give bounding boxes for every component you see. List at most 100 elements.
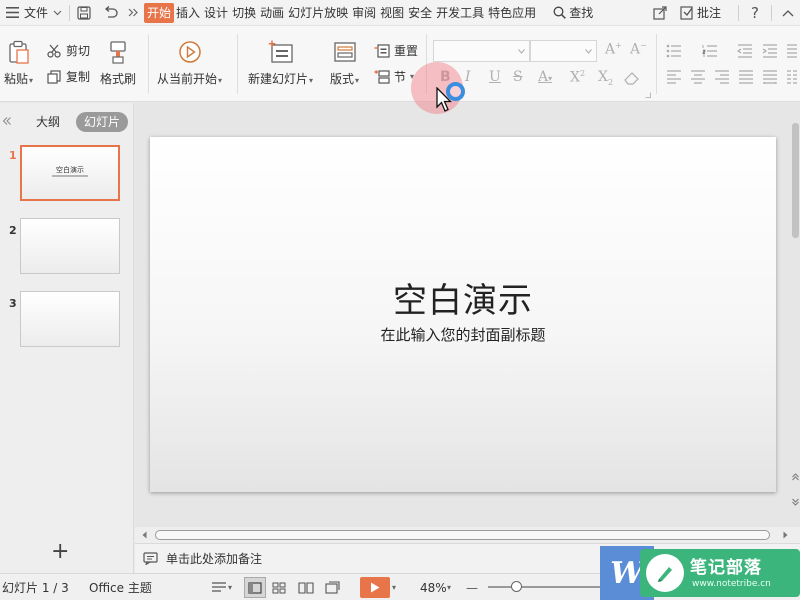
line-spacing-icon[interactable]: [786, 44, 800, 58]
section-button[interactable]: 节 ▾: [374, 68, 414, 85]
from-current-button[interactable]: 从当前开始▾: [157, 40, 222, 87]
cut-button[interactable]: 剪切: [47, 42, 90, 59]
scroll-up-icon[interactable]: [792, 473, 799, 481]
font-family-select[interactable]: [433, 40, 530, 62]
distributed-icon[interactable]: [762, 70, 778, 84]
justify-icon[interactable]: [738, 70, 754, 84]
layout-button[interactable]: 版式▾: [330, 40, 359, 87]
new-slide-icon: [268, 40, 294, 64]
copy-button[interactable]: 复制: [47, 68, 90, 85]
bullet-list-icon[interactable]: [666, 44, 682, 58]
slide-sorter-icon[interactable]: [272, 574, 286, 600]
horizontal-scrollbar[interactable]: [135, 527, 800, 543]
zoom-slider[interactable]: [488, 581, 603, 592]
tab-outline[interactable]: 大纲: [28, 112, 68, 132]
paste-button[interactable]: 粘贴▾: [4, 40, 33, 87]
format-painter-button[interactable]: 格式刷: [100, 40, 136, 87]
scrollbar-thumb[interactable]: [155, 530, 770, 540]
decrease-indent-icon[interactable]: [737, 44, 753, 58]
tab-review[interactable]: 审阅: [350, 3, 378, 23]
font-color-icon[interactable]: A▾: [538, 69, 552, 85]
hamburger-icon: [6, 7, 19, 18]
tab-slideshow[interactable]: 幻灯片放映: [286, 3, 350, 23]
tab-home[interactable]: 开始: [144, 2, 175, 23]
theme-name[interactable]: Office 主题: [89, 574, 152, 600]
tab-special-apps[interactable]: 特色应用: [486, 3, 538, 23]
collapse-panel-icon[interactable]: [3, 117, 11, 125]
align-left-icon[interactable]: [666, 70, 682, 84]
tab-insert[interactable]: 插入: [174, 3, 202, 23]
menu-bar: 文件 开始 插入 设计 切换 动画 幻灯片放映 审阅 视图 安全 开发工具 特色…: [0, 0, 800, 26]
scroll-left-icon[interactable]: [142, 531, 147, 539]
undo-icon[interactable]: [103, 5, 118, 20]
zoom-level[interactable]: 48%: [420, 574, 447, 600]
superscript-icon[interactable]: X2: [570, 69, 585, 86]
columns-icon[interactable]: [786, 70, 800, 84]
slide-subtitle[interactable]: 在此输入您的封面副标题: [150, 324, 776, 345]
search-button[interactable]: 查找: [550, 0, 596, 26]
slide-thumbnail[interactable]: 空白演示: [20, 145, 120, 201]
layout-label: 版式: [330, 72, 355, 86]
collapse-ribbon-icon[interactable]: [782, 9, 794, 17]
comment-button[interactable]: 批注: [677, 0, 724, 26]
italic-icon[interactable]: I: [465, 69, 471, 85]
normal-view-icon[interactable]: [244, 577, 266, 598]
clipboard-icon: [8, 40, 30, 64]
slide-thumbnail[interactable]: [20, 218, 120, 274]
add-slide-button[interactable]: +: [51, 539, 69, 564]
vertical-scrollbar[interactable]: [791, 103, 800, 527]
chevron-down-icon: [585, 49, 592, 54]
thumbnail-title: 空白演示: [56, 166, 84, 174]
increase-indent-icon[interactable]: [762, 44, 778, 58]
zoom-out-button[interactable]: —: [466, 574, 478, 600]
eraser-icon[interactable]: [624, 71, 640, 85]
caret-icon[interactable]: ▾: [392, 574, 396, 600]
tab-design[interactable]: 设计: [202, 3, 230, 23]
slide-thumbnail[interactable]: [20, 291, 120, 347]
slides-panel: 大纲 幻灯片 1 空白演示 2 3 +: [0, 103, 134, 573]
new-slide-button[interactable]: 新建幻灯片▾: [248, 40, 313, 87]
scroll-down-icon[interactable]: [792, 498, 799, 506]
share-icon[interactable]: [653, 5, 667, 20]
strikethrough-icon[interactable]: S: [513, 69, 523, 85]
scrollbar-thumb[interactable]: [792, 123, 799, 238]
decrease-font-icon[interactable]: A−: [630, 41, 647, 58]
slide-counter: 幻灯片 1 / 3: [2, 581, 69, 595]
tab-developer[interactable]: 开发工具: [434, 3, 486, 23]
tab-view[interactable]: 视图: [378, 3, 406, 23]
more-chevrons-icon[interactable]: [128, 8, 138, 17]
reset-button[interactable]: 重置: [374, 42, 418, 59]
tab-slides[interactable]: 幻灯片: [76, 112, 129, 132]
numbered-list-icon[interactable]: [702, 44, 718, 58]
presenter-view-icon[interactable]: [325, 574, 340, 600]
subscript-icon[interactable]: X2: [598, 69, 613, 87]
slide-canvas[interactable]: 空白演示 在此输入您的封面副标题: [150, 137, 776, 492]
comment-label: 批注: [697, 6, 722, 20]
increase-font-icon[interactable]: A+: [605, 41, 622, 58]
caret-icon[interactable]: ▾: [447, 574, 451, 600]
reset-icon: [374, 43, 390, 58]
file-menu[interactable]: 文件: [0, 0, 65, 26]
dialog-launcher-icon[interactable]: [645, 92, 651, 98]
zoom-slider-thumb[interactable]: [511, 581, 522, 592]
divider: [69, 4, 71, 21]
slide-number: 2: [9, 224, 17, 237]
caret-icon: ▾: [309, 76, 314, 85]
tab-transitions[interactable]: 切换: [230, 3, 258, 23]
slide-title[interactable]: 空白演示: [150, 273, 776, 322]
reading-view-icon[interactable]: [298, 574, 314, 600]
watermark-title: 笔记部落: [690, 558, 762, 578]
tab-security[interactable]: 安全: [406, 3, 434, 23]
thumbnail-subtitle: [52, 175, 88, 177]
align-right-icon[interactable]: [714, 70, 730, 84]
font-size-select[interactable]: [530, 40, 597, 62]
scroll-right-icon[interactable]: [783, 531, 788, 539]
tab-animations[interactable]: 动画: [258, 3, 286, 23]
save-icon[interactable]: [77, 5, 91, 20]
align-center-icon[interactable]: [690, 70, 706, 84]
underline-icon[interactable]: U: [489, 69, 501, 85]
help-button[interactable]: ?: [751, 4, 759, 22]
notes-toggle-icon[interactable]: ▾: [211, 574, 232, 600]
divider: [148, 34, 149, 94]
play-slideshow-button[interactable]: [360, 577, 390, 598]
